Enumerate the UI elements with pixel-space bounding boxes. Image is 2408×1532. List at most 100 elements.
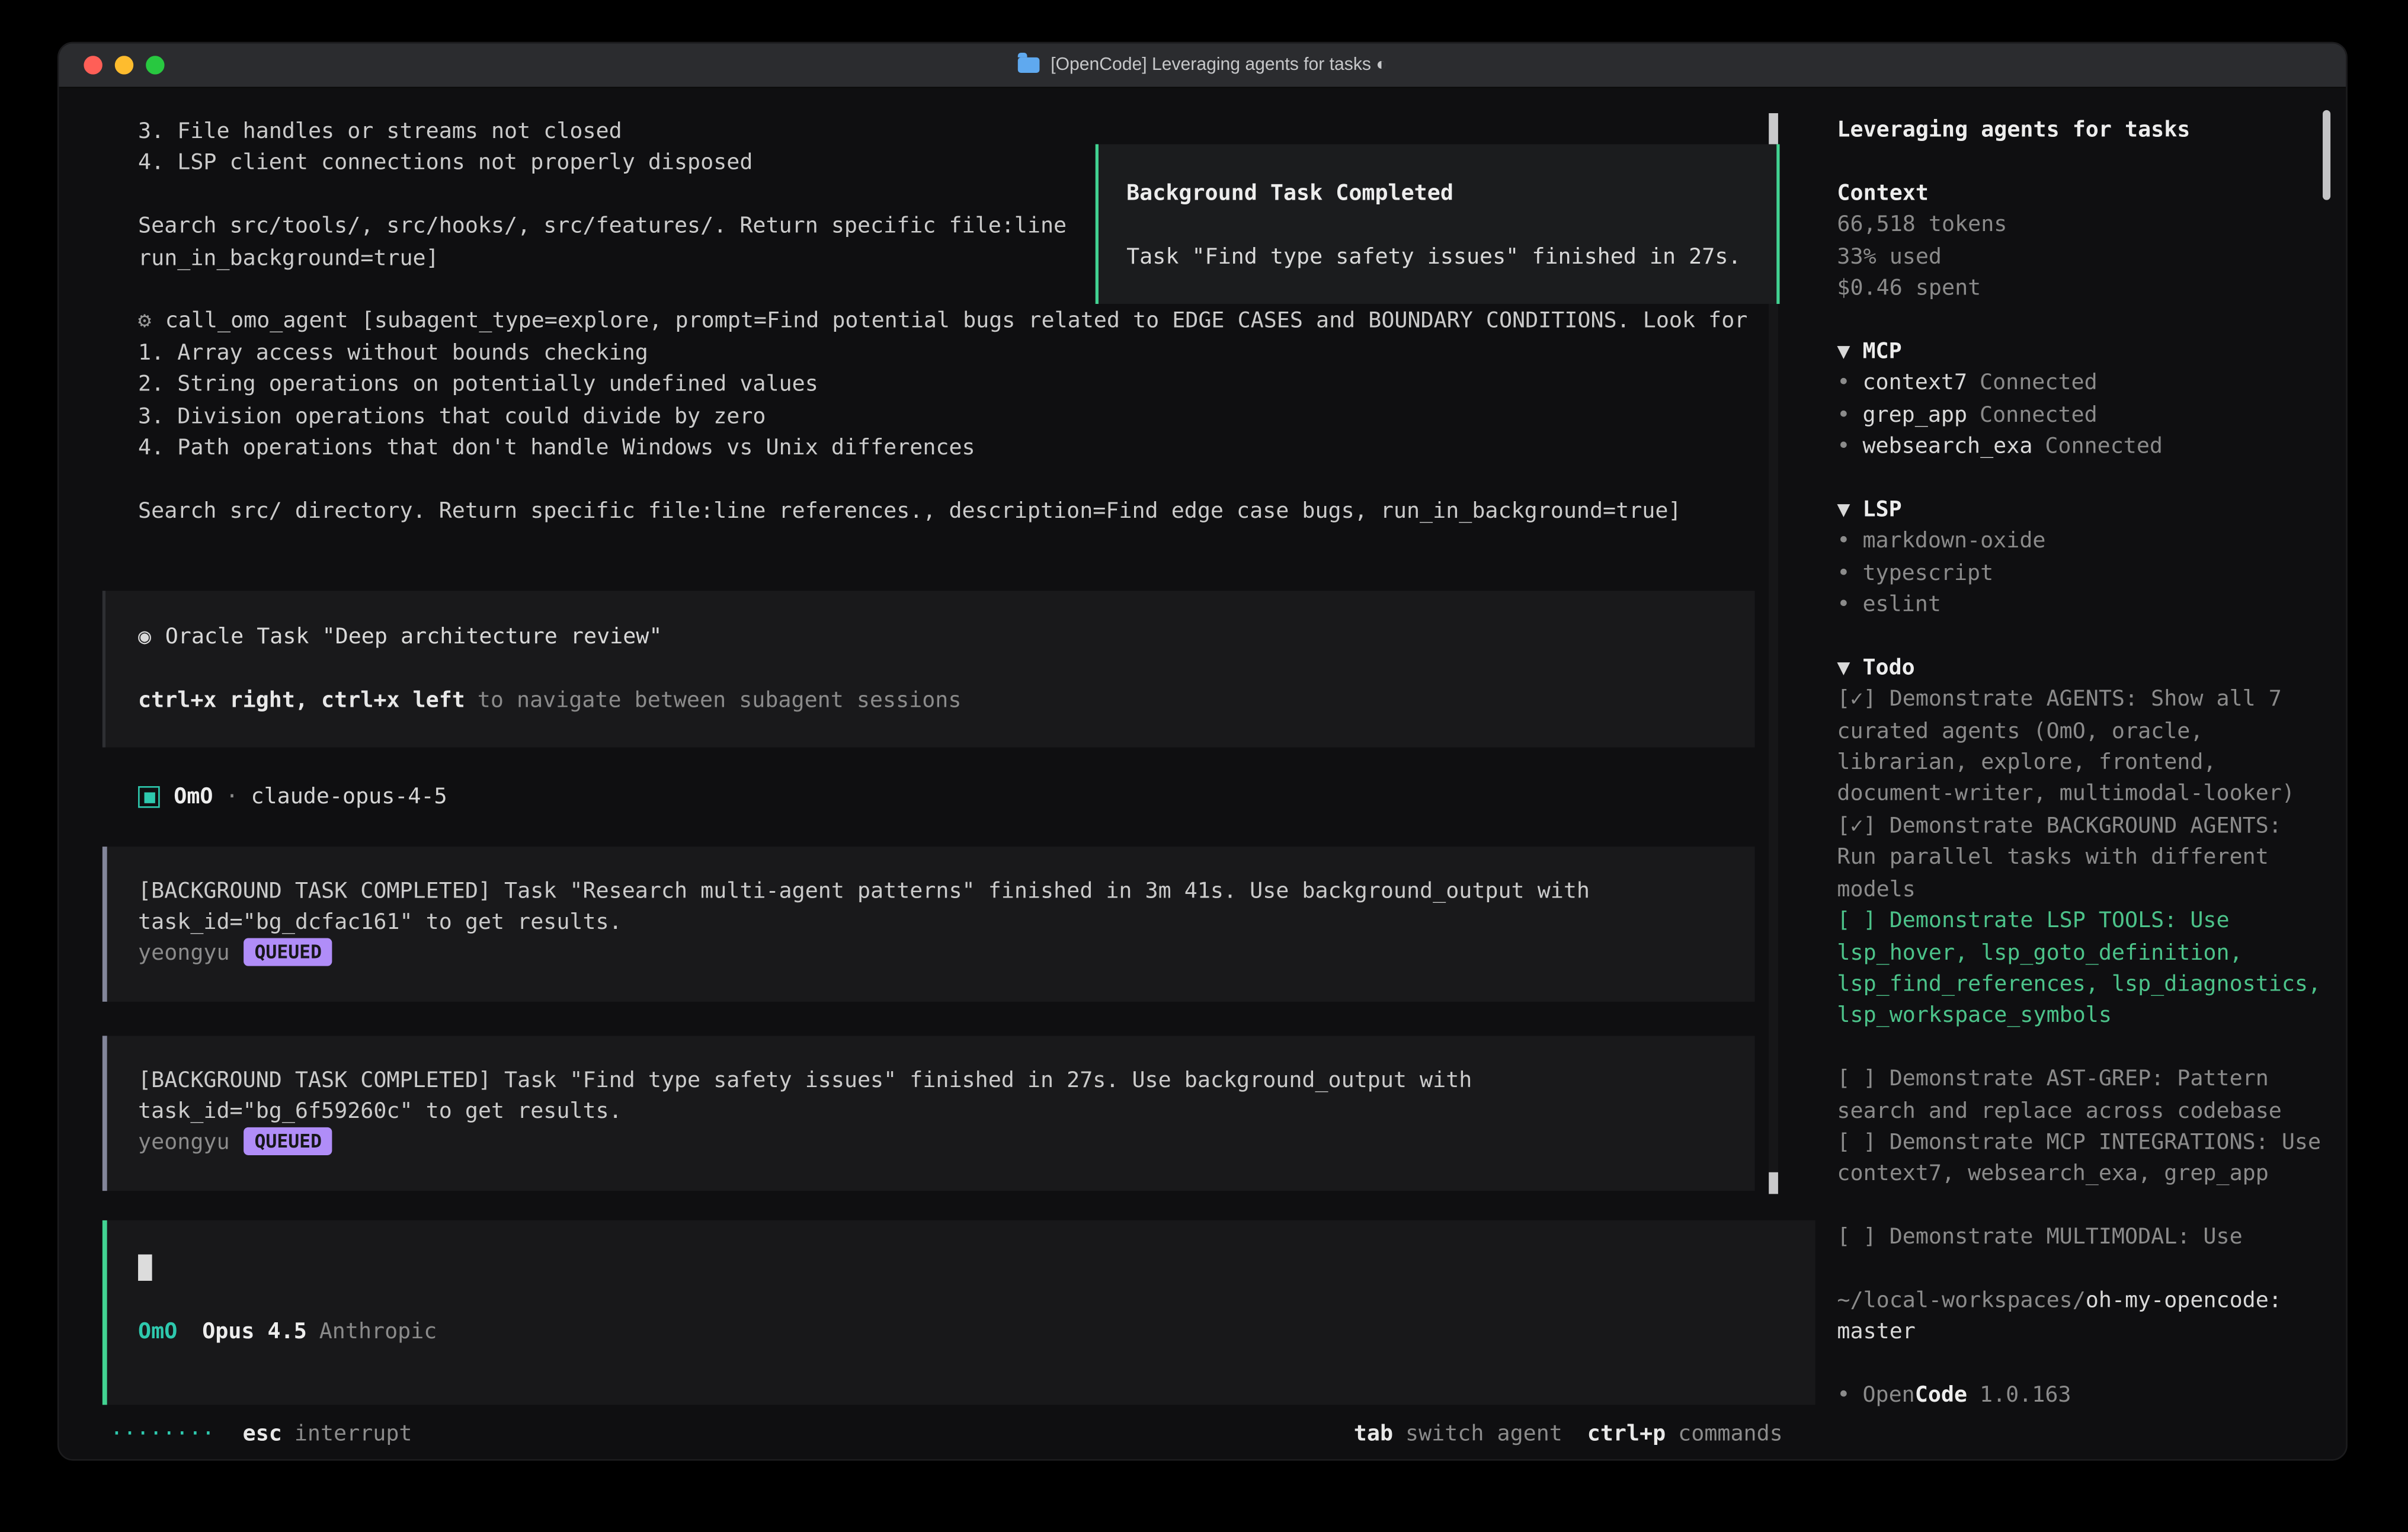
mcp-item: • grep_app Connected (1837, 399, 2323, 431)
message-line: [BACKGROUND TASK COMPLETED] Task "Find t… (138, 1065, 1755, 1096)
input-agent-name: OmO (138, 1321, 177, 1345)
bullet-icon: • (1837, 561, 1850, 586)
message-author: yeongyu (138, 942, 230, 967)
tool-call-header-text: call_omo_agent [subagent_type=explore, p… (165, 309, 1748, 334)
context-tokens: 66,518 tokens (1837, 210, 2323, 241)
hint-keys: ctrl+x right, ctrl+x left (138, 688, 465, 713)
background-task-message: [BACKGROUND TASK COMPLETED] Task "Find t… (103, 1035, 1755, 1190)
mcp-name: grep_app (1862, 403, 1967, 428)
input-line (138, 1254, 1815, 1286)
mcp-name: context7 (1862, 371, 1967, 396)
zoom-button[interactable] (146, 56, 164, 74)
agent-name: OmO (174, 782, 213, 813)
lsp-item: •markdown-oxide (1837, 526, 2323, 557)
lsp-item: • typescript (1837, 557, 2323, 589)
text-cursor (138, 1254, 152, 1280)
minimize-button[interactable] (115, 56, 133, 74)
hint-text: to navigate between subagent sessions (478, 688, 962, 713)
todo-item-done: [✓] Demonstrate BACKGROUND AGENTS: Run p… (1837, 811, 2323, 906)
lsp-name: eslint (1862, 592, 1941, 617)
lsp-item: • eslint (1837, 589, 2323, 621)
todo-item-done: [✓] Demonstrate AGENTS: Show all 7 curat… (1837, 684, 2323, 811)
bullet-icon: • (1837, 403, 1850, 428)
bullet-icon: • (1837, 592, 1850, 617)
background-task-message: [BACKGROUND TASK COMPLETED] Task "Resear… (103, 846, 1755, 1001)
app-version: 1.0.163 (1980, 1383, 2071, 1408)
window-title-text: [OpenCode] Leveraging agents for tasks ◐ (1051, 56, 1386, 74)
lsp-heading: LSP (1862, 498, 1901, 523)
tool-call-block: ⚙ call_omo_agent [subagent_type=explore, … (103, 306, 1780, 528)
todo-item-pending: [ ] Demonstrate MULTIMODAL: Use (1837, 1222, 2323, 1254)
traffic-lights (84, 56, 164, 74)
terminal-content: 3. File handles or streams not closed 4.… (59, 87, 2346, 1459)
lsp-name: typescript (1862, 561, 1993, 586)
message-line: task_id="bg_dcfac161" to get results. (138, 907, 1755, 938)
close-button[interactable] (84, 56, 102, 74)
queued-badge: QUEUED (244, 939, 332, 967)
gear-icon: ⚙ (138, 309, 151, 334)
toast-notification: Background Task Completed Task "Find typ… (1096, 144, 1780, 304)
mcp-status: Connected (1980, 403, 2098, 428)
todo-item-pending: [ ] Demonstrate MCP INTEGRATIONS: Use co… (1837, 1127, 2323, 1191)
workspace-branch: master (1837, 1317, 2323, 1348)
oracle-task-title: Oracle Task "Deep architecture review" (165, 625, 662, 650)
workspace-path: ~/local-workspaces/oh-my-opencode: (1837, 1286, 2323, 1317)
message-meta: yeongyu QUEUED (138, 1128, 1755, 1159)
status-bar: ········escinterrupt tabswitch agentctrl… (103, 1419, 1783, 1451)
esc-key-label: interrupt (294, 1422, 412, 1447)
log-line: 3. File handles or streams not closed (103, 116, 1780, 148)
todo-section-header[interactable]: ▼ Todo (1837, 653, 2323, 684)
conversation-log: 3. File handles or streams not closed 4.… (103, 116, 1780, 1451)
agent-model: claude-opus-4-5 (251, 782, 447, 813)
bullet-icon: • (1837, 434, 1850, 459)
agent-header: OmO · claude-opus-4-5 (103, 782, 1780, 813)
message-line: task_id="bg_6f59260c" to get results. (138, 1097, 1755, 1128)
main-scrollbar-thumb-2[interactable] (1769, 1172, 1778, 1194)
sidebar: Leveraging agents for tasks Context 66,5… (1813, 115, 2335, 1412)
session-title: Leveraging agents for tasks (1837, 115, 2323, 146)
todo-heading: Todo (1862, 656, 1914, 681)
spinner-dots: ········ (110, 1422, 215, 1447)
message-author: yeongyu (138, 1131, 230, 1156)
chevron-down-icon: ▼ (1837, 498, 1850, 523)
esc-key-hint: esc (243, 1422, 282, 1447)
desktop: [OpenCode] Leveraging agents for tasks ◐… (0, 0, 2408, 1532)
mcp-item: •context7Connected (1837, 368, 2323, 399)
input-provider-name: Anthropic (319, 1321, 437, 1345)
mcp-section-header[interactable]: ▼MCP (1837, 336, 2323, 367)
tool-call-item: 3. Division operations that could divide… (103, 401, 1780, 432)
message-line: [BACKGROUND TASK COMPLETED] Task "Resear… (138, 876, 1755, 907)
oracle-task-panel: ◉Oracle Task "Deep architecture review" … (103, 591, 1755, 748)
agent-status-icon (138, 787, 160, 809)
mcp-status: Connected (2045, 434, 2163, 459)
input-model-line: OmOOpus 4.5Anthropic (138, 1317, 1815, 1348)
workspace-repo: oh-my-opencode: (2086, 1289, 2282, 1313)
commands-key-label: commands (1678, 1422, 1783, 1447)
prompt-input[interactable]: OmOOpus 4.5Anthropic (103, 1220, 1815, 1405)
tool-call-footer: Search src/ directory. Return specific f… (103, 496, 1780, 527)
tool-call-item: 1. Array access without bounds checking (103, 338, 1780, 369)
oracle-task-title-line: ◉ Oracle Task "Deep architecture review" (138, 622, 1755, 653)
tab-key-hint: tab (1354, 1422, 1393, 1447)
oracle-icon: ◉ (138, 625, 151, 650)
context-spent: $0.46 spent (1837, 273, 2323, 305)
mcp-status: Connected (1980, 371, 2098, 396)
context-used: 33% used (1837, 241, 2323, 273)
todo-item-active: [ ] Demonstrate LSP TOOLS: Use lsp_hover… (1837, 906, 2323, 1033)
tool-call-item: 2. String operations on potentially unde… (103, 370, 1780, 401)
toast-body: Task "Find type safety issues" finished … (1126, 242, 1751, 273)
lsp-name: markdown-oxide (1862, 529, 2045, 554)
app-name-dim: Open (1862, 1383, 1914, 1408)
mcp-name: websearch_exa (1862, 434, 2032, 459)
message-meta: yeongyu QUEUED (138, 939, 1755, 970)
sidebar-scrollbar[interactable] (2323, 110, 2330, 200)
bullet-icon: • (1837, 1383, 1850, 1408)
app-name-bold: Code (1915, 1383, 1967, 1408)
queued-badge: QUEUED (244, 1128, 332, 1156)
window-titlebar[interactable]: [OpenCode] Leveraging agents for tasks ◐ (59, 43, 2346, 88)
lsp-section-header[interactable]: ▼ LSP (1837, 495, 2323, 526)
app-version-line: • OpenCode 1.0.163 (1837, 1380, 2323, 1412)
chevron-down-icon: ▼ (1837, 656, 1850, 681)
context-heading: Context (1837, 178, 2323, 209)
workspace-path-prefix: ~/local-workspaces/ (1837, 1289, 2085, 1313)
